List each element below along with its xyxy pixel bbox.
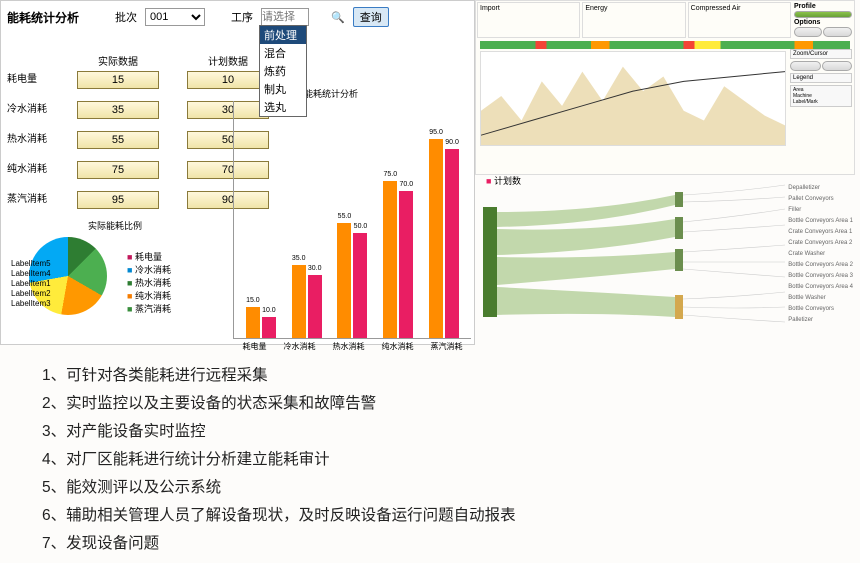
panel-title: 能耗统计分析	[7, 9, 79, 26]
profile-button[interactable]	[794, 11, 852, 18]
energy-analysis-panel: 能耗统计分析 批次 001 工序 🔍 查询 前处理 混合 炼药 制丸 选丸 耗电…	[0, 0, 475, 345]
sankey-diagram: DepalletizerPallet ConveyorsFillerBottle…	[475, 177, 855, 345]
search-button[interactable]: 查询	[353, 7, 389, 27]
process-dropdown[interactable]: 前处理 混合 炼药 制丸 选丸	[259, 25, 307, 117]
pie-chart: 实际能耗比例 LabelItem5 LabelItem4 LabelItem1 …	[5, 219, 225, 339]
feature-list: 1、可针对各类能耗进行远程采集2、实时监控以及主要设备的状态采集和故障告警3、对…	[42, 362, 516, 558]
status-strip	[480, 41, 850, 49]
actual-value: 15	[77, 71, 159, 89]
actual-value: 35	[77, 101, 159, 119]
actual-value: 75	[77, 161, 159, 179]
bar-chart: 能耗统计分析 15.010.035.030.055.050.075.070.09…	[233, 101, 471, 339]
process-select[interactable]	[261, 8, 309, 26]
batch-select[interactable]: 001	[145, 8, 205, 26]
monitoring-dashboard: Import Energy Compressed Air Profile Opt…	[475, 0, 855, 175]
area-chart	[480, 51, 786, 146]
actual-value: 55	[77, 131, 159, 149]
batch-label: 批次	[115, 9, 137, 25]
actual-value: 95	[77, 191, 159, 209]
process-label: 工序	[231, 9, 253, 25]
plan-value: 10	[187, 71, 269, 89]
